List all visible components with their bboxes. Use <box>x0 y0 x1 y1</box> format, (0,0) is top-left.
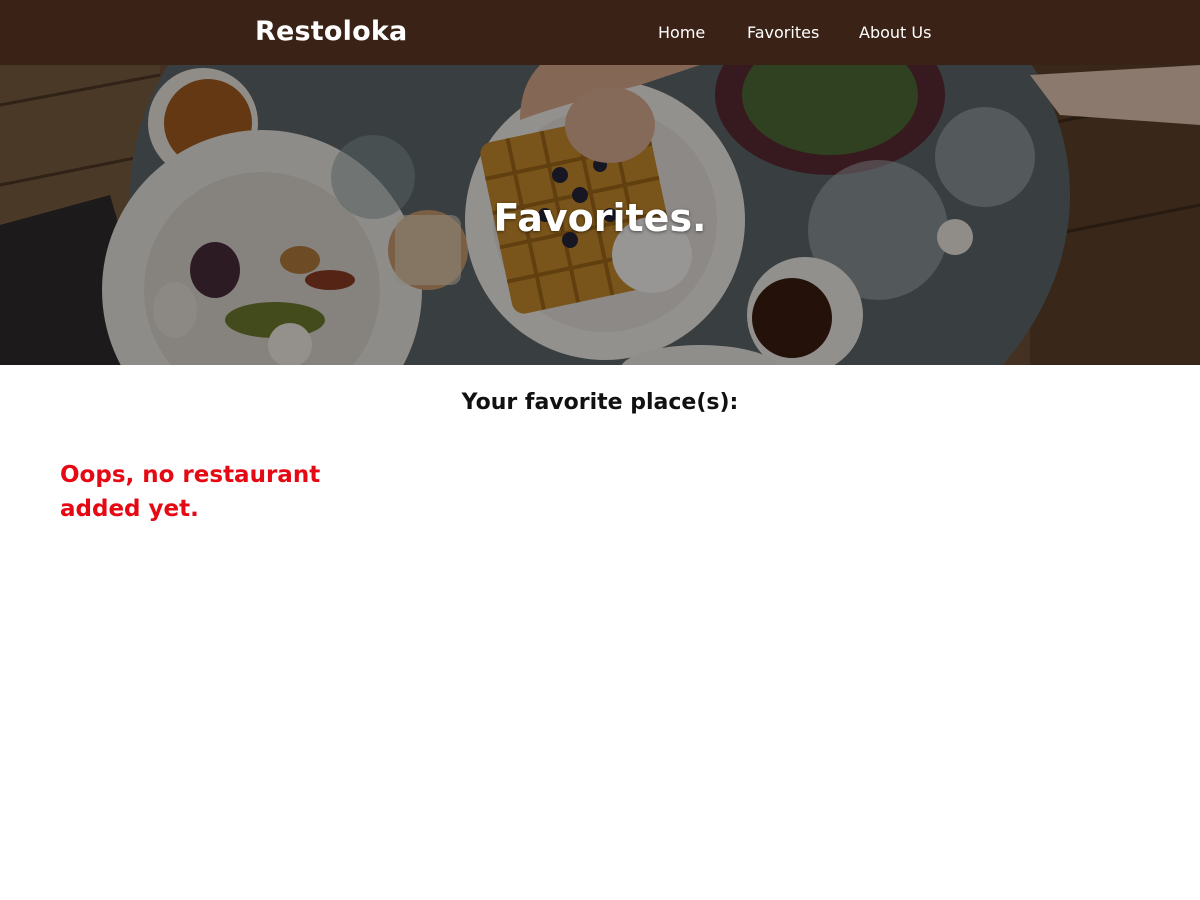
navbar: Restoloka Home Favorites About Us <box>0 0 1200 65</box>
nav-link-favorites[interactable]: Favorites <box>747 23 819 42</box>
hero-title: Favorites. <box>493 196 707 240</box>
nav-menu: Home Favorites About Us <box>0 20 1200 46</box>
nav-item-home: Home <box>658 20 705 46</box>
nav-item-about: About Us <box>859 20 931 46</box>
nav-item-favorites: Favorites <box>747 20 819 46</box>
nav-link-home[interactable]: Home <box>658 23 705 42</box>
empty-favorites-message: Oops, no restaurant added yet. <box>60 462 321 522</box>
hero-banner: Favorites. <box>0 65 1200 365</box>
favorites-heading: Your favorite place(s): <box>461 390 739 415</box>
nav-link-about-us[interactable]: About Us <box>859 23 931 42</box>
